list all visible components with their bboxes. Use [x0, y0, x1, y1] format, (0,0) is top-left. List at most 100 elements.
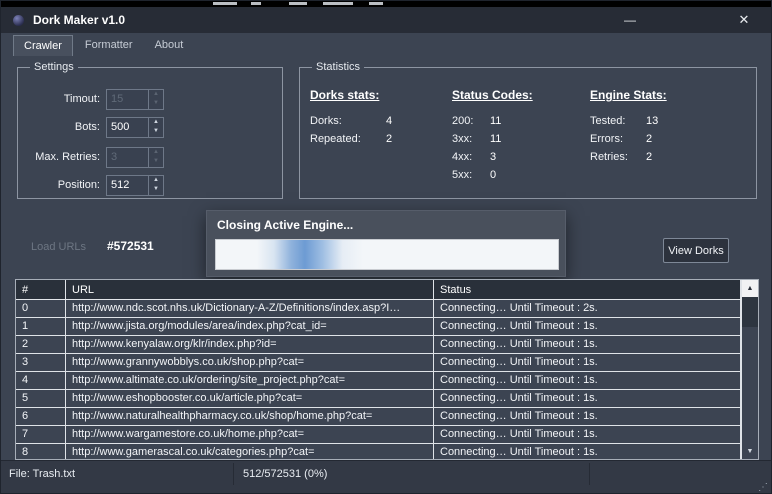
stat-label: Errors: — [590, 133, 646, 145]
table-row[interactable]: 5 http://www.eshopbooster.co.uk/article.… — [16, 390, 741, 408]
dorks-stats-header: Dorks stats: — [310, 88, 392, 102]
row-status: Connecting… Until Timeout : 1s. — [434, 444, 741, 459]
minimize-button[interactable]: — — [613, 7, 647, 33]
stat-label: 5xx: — [452, 169, 490, 181]
url-table-body: # URL Status 0 http://www.ndc.scot.nhs.u… — [16, 280, 741, 459]
bots-spinner[interactable]: 500 ▲ ▼ — [106, 117, 164, 138]
statusbar-progress-label: 512/572531 (0%) — [243, 461, 327, 487]
scrollbar-track[interactable] — [742, 327, 758, 443]
spin-down-icon[interactable]: ▼ — [149, 127, 163, 137]
row-url: http://www.jista.org/modules/area/index.… — [66, 318, 434, 335]
header-num[interactable]: # — [16, 280, 66, 299]
statusbar-divider — [233, 463, 234, 485]
bots-label: Bots: — [18, 121, 106, 133]
load-urls-button[interactable]: Load URLs — [31, 241, 86, 253]
row-status: Connecting… Until Timeout : 2s. — [434, 300, 741, 317]
stat-row: Retries: 2 — [590, 151, 667, 163]
engine-progressbar — [215, 239, 559, 270]
header-url[interactable]: URL — [66, 280, 434, 299]
settings-legend: Settings — [30, 61, 78, 73]
stat-value: 13 — [646, 115, 658, 127]
table-scrollbar[interactable]: ▲ ▼ — [741, 280, 758, 459]
spin-up-icon[interactable]: ▲ — [149, 118, 163, 128]
stat-value: 11 — [490, 133, 501, 145]
statusbar-file-label: File: Trash.txt — [9, 461, 75, 487]
row-num: 8 — [16, 444, 66, 459]
timeout-spinner: 15 ▲ ▼ — [106, 89, 164, 110]
tab-formatter[interactable]: Formatter — [75, 35, 143, 56]
statistics-legend: Statistics — [312, 61, 364, 73]
row-url: http://www.grannywobblys.co.uk/shop.php?… — [66, 354, 434, 371]
stat-row: Errors: 2 — [590, 133, 667, 145]
spin-up-icon: ▲ — [149, 90, 163, 100]
view-dorks-button[interactable]: View Dorks — [663, 238, 729, 263]
spin-up-icon: ▲ — [149, 148, 163, 158]
tab-crawler[interactable]: Crawler — [13, 35, 73, 56]
statistics-group: Statistics Dorks stats: Dorks: 4 Repeate… — [299, 67, 757, 199]
status-codes-header: Status Codes: — [452, 88, 533, 102]
row-url: http://www.eshopbooster.co.uk/article.ph… — [66, 390, 434, 407]
row-url: http://www.naturalhealthpharmacy.co.uk/s… — [66, 408, 434, 425]
table-row[interactable]: 2 http://www.kenyalaw.org/klr/index.php?… — [16, 336, 741, 354]
background-window-fragment — [251, 2, 261, 5]
stat-label: Retries: — [590, 151, 646, 163]
row-num: 3 — [16, 354, 66, 371]
stat-label: Repeated: — [310, 133, 386, 145]
row-status: Connecting… Until Timeout : 1s. — [434, 372, 741, 389]
table-row[interactable]: 3 http://www.grannywobblys.co.uk/shop.ph… — [16, 354, 741, 372]
stat-value: 0 — [490, 169, 496, 181]
closing-engine-title: Closing Active Engine... — [217, 218, 565, 232]
table-header-row: # URL Status — [16, 280, 741, 300]
header-status[interactable]: Status — [434, 280, 741, 299]
table-row[interactable]: 4 http://www.altimate.co.uk/ordering/sit… — [16, 372, 741, 390]
table-row[interactable]: 7 http://www.wargamestore.co.uk/home.php… — [16, 426, 741, 444]
tabbar: Crawler Formatter About — [13, 35, 193, 56]
table-row[interactable]: 1 http://www.jista.org/modules/area/inde… — [16, 318, 741, 336]
url-count-label: #572531 — [107, 239, 154, 253]
scroll-up-icon[interactable]: ▲ — [742, 280, 758, 297]
background-window-fragment — [289, 2, 307, 5]
row-status: Connecting… Until Timeout : 1s. — [434, 318, 741, 335]
row-status: Connecting… Until Timeout : 1s. — [434, 426, 741, 443]
row-num: 7 — [16, 426, 66, 443]
table-row[interactable]: 8 http://www.gamerascal.co.uk/categories… — [16, 444, 741, 459]
row-url: http://www.kenyalaw.org/klr/index.php?id… — [66, 336, 434, 353]
stat-value: 2 — [386, 133, 392, 145]
scrollbar-thumb[interactable] — [742, 297, 758, 327]
stat-value: 11 — [490, 115, 501, 127]
row-status: Connecting… Until Timeout : 1s. — [434, 390, 741, 407]
scroll-down-icon[interactable]: ▼ — [742, 443, 758, 459]
bots-value[interactable]: 500 — [107, 118, 148, 137]
timeout-value: 15 — [107, 90, 148, 109]
row-num: 0 — [16, 300, 66, 317]
row-url: http://www.gamerascal.co.uk/categories.p… — [66, 444, 434, 459]
stat-row: 200: 11 — [452, 115, 533, 127]
resize-grip[interactable]: ⋰ — [758, 482, 768, 493]
stat-row: Repeated: 2 — [310, 133, 392, 145]
background-window-fragment — [213, 2, 237, 5]
row-url: http://www.altimate.co.uk/ordering/site_… — [66, 372, 434, 389]
engine-stats-header: Engine Stats: — [590, 88, 667, 102]
dorks-stats-column: Dorks stats: Dorks: 4 Repeated: 2 — [310, 88, 392, 151]
spin-up-icon[interactable]: ▲ — [149, 176, 163, 186]
close-button[interactable]: ✕ — [727, 7, 761, 33]
spin-down-icon[interactable]: ▼ — [149, 185, 163, 195]
background-window-fragment — [369, 2, 383, 5]
app-window: Dork Maker v1.0 — ✕ Crawler Formatter Ab… — [0, 0, 772, 494]
tab-about[interactable]: About — [145, 35, 194, 56]
max-retries-label: Max. Retries: — [18, 151, 106, 163]
bots-spin-buttons: ▲ ▼ — [148, 118, 163, 137]
table-row[interactable]: 6 http://www.naturalhealthpharmacy.co.uk… — [16, 408, 741, 426]
statusbar: File: Trash.txt 512/572531 (0%) ⋰ — [1, 460, 771, 493]
position-value[interactable]: 512 — [107, 176, 148, 195]
position-spinner[interactable]: 512 ▲ ▼ — [106, 175, 164, 196]
row-url: http://www.ndc.scot.nhs.uk/Dictionary-A-… — [66, 300, 434, 317]
stat-label: 200: — [452, 115, 490, 127]
stat-value: 2 — [646, 151, 652, 163]
closing-engine-dialog: Closing Active Engine... — [206, 210, 566, 277]
row-num: 5 — [16, 390, 66, 407]
stat-label: Tested: — [590, 115, 646, 127]
background-window-fragment — [323, 2, 353, 5]
table-row[interactable]: 0 http://www.ndc.scot.nhs.uk/Dictionary-… — [16, 300, 741, 318]
engine-stats-column: Engine Stats: Tested: 13 Errors: 2 Retri… — [590, 88, 667, 169]
